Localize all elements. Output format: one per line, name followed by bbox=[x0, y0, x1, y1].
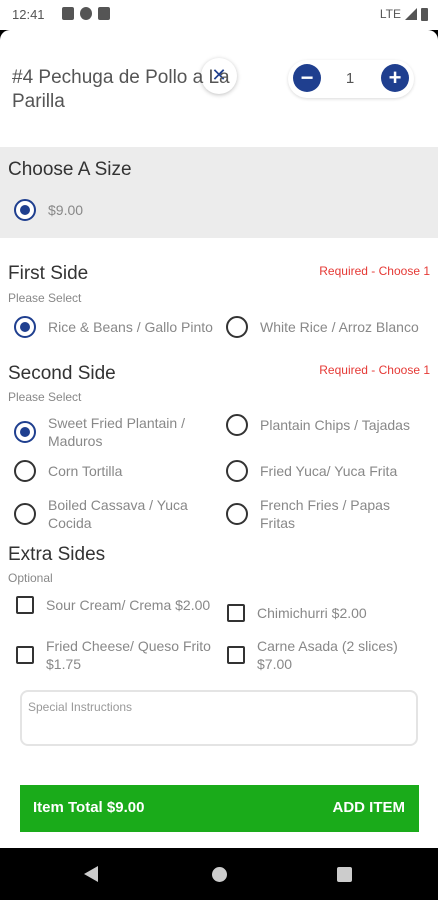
radio-icon[interactable] bbox=[226, 316, 248, 338]
add-item-label: ADD ITEM bbox=[332, 799, 406, 816]
radio-icon[interactable] bbox=[226, 414, 248, 436]
radio-icon[interactable] bbox=[226, 503, 248, 525]
option-label: Chimichurri $2.00 bbox=[257, 605, 367, 621]
radio-selected-icon[interactable] bbox=[14, 316, 36, 338]
option-label: Sour Cream/ Crema $2.00 bbox=[46, 597, 211, 613]
recent-apps-icon[interactable] bbox=[337, 867, 352, 882]
special-instructions-placeholder: Special Instructions bbox=[28, 700, 133, 714]
checkbox[interactable] bbox=[227, 646, 245, 664]
second-side-option[interactable]: French Fries / Papas Fritas bbox=[226, 496, 426, 532]
radio-selected-icon[interactable] bbox=[14, 421, 36, 443]
option-label: Rice & Beans / Gallo Pinto bbox=[48, 319, 213, 335]
special-instructions-input[interactable]: Special Instructions bbox=[20, 690, 418, 746]
network-type: LTE bbox=[379, 7, 401, 21]
radio-icon[interactable] bbox=[226, 460, 248, 482]
add-item-button[interactable]: Item Total $9.00 ADD ITEM bbox=[20, 785, 419, 832]
option-label: Carne Asada (2 slices) $7.00 bbox=[257, 638, 398, 672]
option-label: Sweet Fried Plantain / Maduros bbox=[48, 415, 185, 449]
option-label: Boiled Cassava / Yuca Cocida bbox=[48, 497, 188, 531]
second-side-subtitle: Please Select bbox=[8, 390, 82, 404]
quantity-value: 1 bbox=[345, 70, 355, 87]
item-title: #4 Pechuga de Pollo a La Parilla bbox=[12, 67, 230, 112]
first-side-option[interactable]: White Rice / Arroz Blanco bbox=[226, 316, 426, 338]
option-label: Fried Cheese/ Queso Frito $1.75 bbox=[46, 638, 211, 672]
signal-icon bbox=[405, 8, 417, 20]
plus-icon: + bbox=[388, 65, 402, 90]
second-side-option[interactable]: Corn Tortilla bbox=[14, 460, 214, 482]
second-side-option[interactable]: Plantain Chips / Tajadas bbox=[226, 414, 426, 436]
item-total: Item Total $9.00 bbox=[33, 799, 145, 816]
first-side-option[interactable]: Rice & Beans / Gallo Pinto bbox=[14, 316, 214, 338]
extra-side-option[interactable]: Fried Cheese/ Queso Frito $1.75 bbox=[16, 637, 221, 673]
extra-side-option[interactable]: Sour Cream/ Crema $2.00 bbox=[16, 596, 221, 614]
checkbox[interactable] bbox=[227, 604, 245, 622]
extra-side-option[interactable]: Chimichurri $2.00 bbox=[227, 604, 432, 622]
radio-icon[interactable] bbox=[14, 503, 36, 525]
first-side-requirement: Required - Choose 1 bbox=[319, 264, 430, 278]
size-option[interactable]: $9.00 bbox=[14, 199, 83, 221]
sd-card-icon bbox=[98, 7, 110, 20]
increase-quantity-button[interactable]: + bbox=[381, 64, 409, 92]
option-label: Plantain Chips / Tajadas bbox=[260, 417, 410, 433]
home-icon[interactable] bbox=[212, 867, 227, 882]
second-side-option[interactable]: Fried Yuca/ Yuca Frita bbox=[226, 460, 426, 482]
status-time: 12:41 bbox=[12, 7, 45, 22]
first-side-title: First Side bbox=[8, 263, 89, 284]
back-icon[interactable] bbox=[84, 866, 98, 882]
system-nav-bar bbox=[0, 848, 438, 900]
checkbox[interactable] bbox=[16, 596, 34, 614]
second-side-requirement: Required - Choose 1 bbox=[319, 363, 430, 377]
checkbox[interactable] bbox=[16, 646, 34, 664]
option-label: White Rice / Arroz Blanco bbox=[260, 319, 419, 335]
second-side-option[interactable]: Sweet Fried Plantain / Maduros bbox=[14, 414, 214, 450]
size-section: Choose A Size $9.00 bbox=[0, 147, 438, 238]
quantity-stepper: − 1 + bbox=[288, 60, 414, 98]
item-sheet: ✕ #4 Pechuga de Pollo a La Parilla − 1 +… bbox=[0, 30, 438, 848]
battery-icon bbox=[421, 7, 428, 21]
extra-sides-title: Extra Sides bbox=[8, 544, 106, 565]
status-bar: 12:41 LTE bbox=[0, 0, 438, 30]
option-label: Fried Yuca/ Yuca Frita bbox=[260, 463, 398, 479]
app-notification-icon bbox=[80, 7, 92, 20]
size-option-label: $9.00 bbox=[48, 202, 84, 218]
extra-sides-subtitle: Optional bbox=[8, 571, 53, 585]
second-side-option[interactable]: Boiled Cassava / Yuca Cocida bbox=[14, 496, 214, 532]
extra-side-option[interactable]: Carne Asada (2 slices) $7.00 bbox=[227, 637, 432, 673]
option-label: French Fries / Papas Fritas bbox=[260, 497, 390, 531]
radio-icon[interactable] bbox=[14, 460, 36, 482]
radio-selected-icon[interactable] bbox=[14, 199, 36, 221]
minus-icon: − bbox=[300, 65, 314, 90]
option-label: Corn Tortilla bbox=[48, 463, 123, 479]
decrease-quantity-button[interactable]: − bbox=[293, 64, 321, 92]
notification-icon bbox=[62, 7, 74, 20]
second-side-title: Second Side bbox=[8, 363, 116, 384]
first-side-subtitle: Please Select bbox=[8, 291, 82, 305]
size-title: Choose A Size bbox=[8, 159, 132, 180]
